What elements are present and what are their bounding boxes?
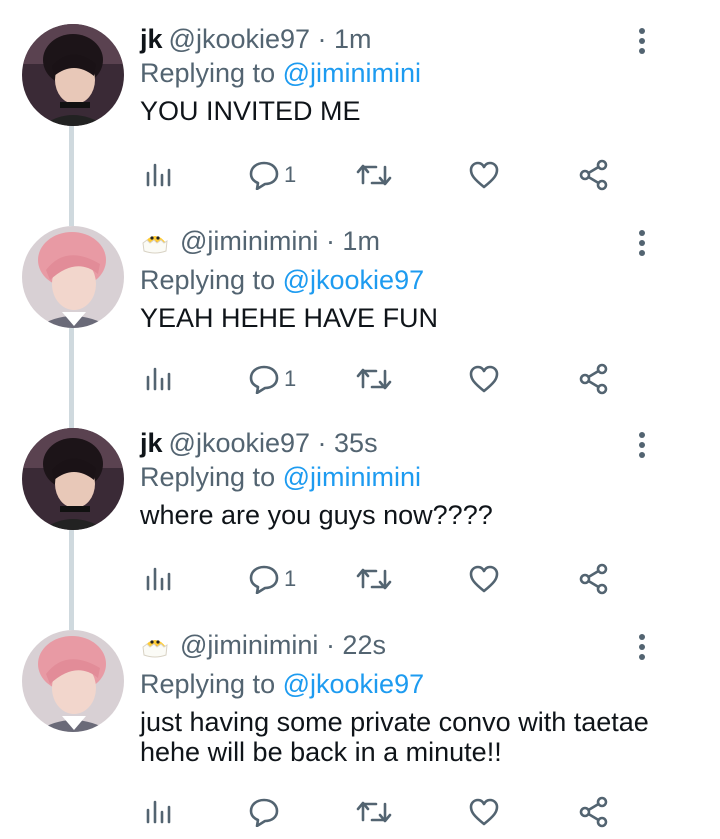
retweet-button[interactable] <box>356 792 392 832</box>
reply-icon <box>249 161 279 190</box>
reply-button[interactable]: 1 <box>248 559 296 599</box>
reply-icon <box>249 365 279 394</box>
reply-button[interactable]: 1 <box>248 359 296 399</box>
replying-to-label: Replying to <box>140 265 276 295</box>
heart-icon <box>469 565 499 593</box>
mention-link[interactable]: @jiminimini <box>283 462 421 492</box>
tweet-text: YOU INVITED ME <box>140 96 361 126</box>
retweet-icon <box>356 801 392 823</box>
tweet[interactable]: @jiminimini · 1m Replying to @jkookie97 … <box>0 202 720 404</box>
tweet-actions: 1 <box>140 559 620 599</box>
reply-count: 1 <box>284 566 297 591</box>
tweet-text: YEAH HEHE HAVE FUN <box>140 303 439 333</box>
avatar[interactable] <box>22 428 124 530</box>
like-button[interactable] <box>468 155 500 195</box>
user-handle[interactable]: @jkookie97 <box>169 24 311 54</box>
reply-count: 1 <box>284 162 297 187</box>
replying-to: Replying to @jiminimini <box>140 460 660 494</box>
replying-to-label: Replying to <box>140 669 276 699</box>
timestamp: · 1m <box>317 24 372 54</box>
mention-link[interactable]: @jkookie97 <box>283 669 425 699</box>
share-icon <box>579 563 608 595</box>
replying-to: Replying to @jiminimini <box>140 56 660 90</box>
display-name[interactable]: jk <box>140 24 163 54</box>
like-button[interactable] <box>468 359 500 399</box>
tweet-header: @jiminimini · 22s <box>140 628 660 667</box>
tweet-header: jk @jkookie97 · 1m <box>140 22 660 56</box>
tweet-text: just having some private convo with taet… <box>140 707 649 767</box>
user-handle[interactable]: @jiminimini <box>180 226 318 256</box>
retweet-button[interactable] <box>356 559 392 599</box>
heart-icon <box>469 365 499 393</box>
tweet[interactable]: @jiminimini · 22s Replying to @jkookie97… <box>0 606 720 839</box>
chick-emoji-icon <box>140 227 170 263</box>
more-options-icon[interactable] <box>637 230 647 260</box>
avatar[interactable] <box>22 24 124 126</box>
avatar[interactable] <box>22 226 124 328</box>
user-handle[interactable]: @jkookie97 <box>169 428 311 458</box>
replying-to: Replying to @jkookie97 <box>140 667 660 701</box>
more-options-icon[interactable] <box>637 634 647 664</box>
mention-link[interactable]: @jiminimini <box>283 58 421 88</box>
more-options-icon[interactable] <box>637 28 647 58</box>
retweet-button[interactable] <box>356 155 392 195</box>
analytics-icon[interactable] <box>144 155 172 195</box>
retweet-button[interactable] <box>356 359 392 399</box>
share-icon <box>579 363 608 395</box>
reply-button[interactable]: 1 <box>248 155 296 195</box>
tweet-actions: 1 <box>140 155 620 195</box>
timestamp: · 1m <box>325 226 380 256</box>
analytics-icon[interactable] <box>144 559 172 599</box>
tweet-header: @jiminimini · 1m <box>140 224 660 263</box>
share-button[interactable] <box>578 155 610 195</box>
tweet[interactable]: jk @jkookie97 · 1m Replying to @jiminimin… <box>0 0 720 202</box>
tweet-header: jk @jkookie97 · 35s <box>140 426 660 460</box>
like-button[interactable] <box>468 792 500 832</box>
share-button[interactable] <box>578 792 610 832</box>
tweet-actions <box>140 792 620 832</box>
reply-icon <box>249 798 279 827</box>
tweet[interactable]: jk @jkookie97 · 35s Replying to @jiminimi… <box>0 404 720 606</box>
chick-emoji-icon <box>140 631 170 667</box>
share-icon <box>579 796 608 828</box>
heart-icon <box>469 798 499 826</box>
retweet-icon <box>356 164 392 186</box>
replying-to-label: Replying to <box>140 462 276 492</box>
timestamp: · 22s <box>325 630 386 660</box>
retweet-icon <box>356 568 392 590</box>
analytics-icon[interactable] <box>144 359 172 399</box>
avatar[interactable] <box>22 630 124 732</box>
heart-icon <box>469 161 499 189</box>
share-button[interactable] <box>578 559 610 599</box>
reply-count: 1 <box>284 366 297 391</box>
mention-link[interactable]: @jkookie97 <box>283 265 425 295</box>
share-icon <box>579 159 608 191</box>
reply-button[interactable] <box>248 792 284 832</box>
tweet-text: where are you guys now???? <box>140 500 493 530</box>
like-button[interactable] <box>468 559 500 599</box>
more-options-icon[interactable] <box>637 432 647 462</box>
user-handle[interactable]: @jiminimini <box>180 630 318 660</box>
replying-to-label: Replying to <box>140 58 276 88</box>
tweet-actions: 1 <box>140 359 620 399</box>
display-name[interactable]: jk <box>140 428 163 458</box>
replying-to: Replying to @jkookie97 <box>140 263 660 297</box>
timestamp: · 35s <box>317 428 378 458</box>
reply-icon <box>249 565 279 594</box>
analytics-icon[interactable] <box>144 792 172 832</box>
share-button[interactable] <box>578 359 610 399</box>
retweet-icon <box>356 368 392 390</box>
